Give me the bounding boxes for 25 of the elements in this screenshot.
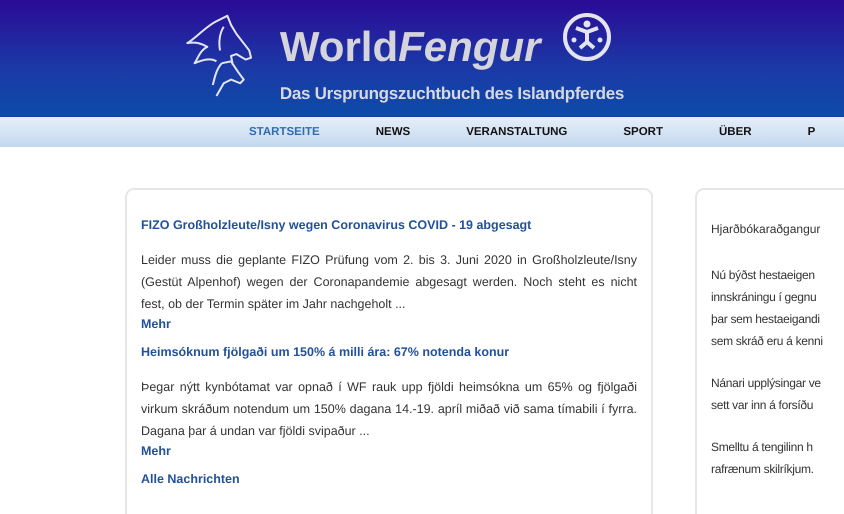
text-line: Smelltu á tengilinn h <box>711 439 814 456</box>
nav-link[interactable]: ÜBER <box>719 126 752 138</box>
logo-title: WorldFengur <box>280 22 540 72</box>
nav-link[interactable]: SPORT <box>623 126 663 138</box>
news-text: Leider muss die geplante FIZO Prüfung vom 2. bis 3. Juni 2020 in Großholzleute/Isny (Gestüt Alpenhof) wegen der Coronapandemie abgesagt werden. Noch steht es nicht fest, ob der Termin später im Jahr nachgeholt ... <box>141 252 637 313</box>
side-card-title: Hjarðbókaraðgangur <box>711 222 822 236</box>
news-title-link[interactable]: Heimsóknum fjölgaði um 150% á milli ára: 67% notenda konur <box>141 345 637 359</box>
text-line: Nánari upplýsingar ve <box>711 375 822 392</box>
nav-link[interactable]: STARTSEITE <box>249 126 320 138</box>
text-line: sem skráð eru á kenni <box>711 333 824 350</box>
text-line: þar sem hestaeigandi <box>711 311 821 328</box>
text-line: Nú býðst hestaeigen <box>711 267 816 284</box>
more-link[interactable]: Mehr <box>141 317 637 331</box>
more-link[interactable]: Mehr <box>141 444 637 458</box>
all-news-link[interactable]: Alle Nachrichten <box>141 472 637 486</box>
news-title-link[interactable]: FIZO Großholzleute/Isny wegen Coronavirus COVID - 19 abgesagt <box>141 218 637 232</box>
nav-link[interactable]: P <box>808 126 816 138</box>
text-line: rafrænum skilríkjum. <box>711 461 815 478</box>
emblem-icon <box>562 12 612 62</box>
nav-link[interactable]: NEWS <box>376 126 410 138</box>
nav-link[interactable]: VERANSTALTUNG <box>466 126 568 138</box>
text-line: sett var inn á forsíðu <box>711 397 814 414</box>
news-text: Þegar nýtt kynbótamat var opnað í WF rauk upp fjöldi heimsókna um 65% og fjölgaði virkum skráðum notendum um 150% dagana 14.-19. apríl miðað við sama tímabili í fyrra. Dagana þar á undan var fjöldi svipaður ... <box>141 379 637 440</box>
text-line: innskráningu í gegnu <box>711 289 818 306</box>
logo-subtitle: Das Ursprungszuchtbuch des Islandpferdes <box>280 84 624 104</box>
